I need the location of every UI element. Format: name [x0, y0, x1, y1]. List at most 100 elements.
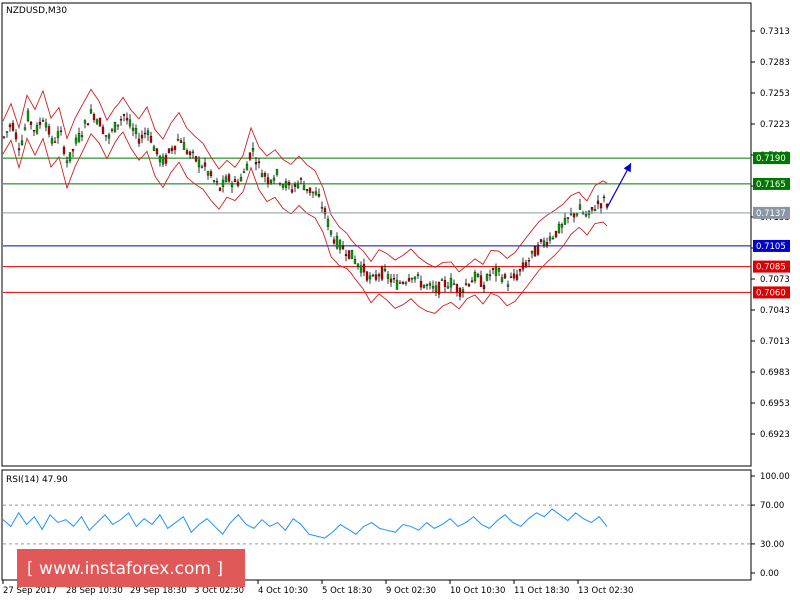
level-label: 0.7085	[756, 263, 786, 273]
candle-body	[527, 260, 531, 262]
candle-body	[143, 132, 147, 135]
candle-body	[344, 254, 348, 257]
candle-body	[230, 183, 234, 188]
candle-body	[401, 282, 405, 284]
candle-body	[134, 128, 138, 134]
main-plot-frame	[1, 2, 752, 467]
candle-body	[149, 135, 153, 143]
candle-body	[14, 132, 18, 140]
candle-body	[197, 159, 201, 168]
candle-body	[566, 217, 570, 219]
candle-body	[422, 284, 426, 288]
candle-body	[98, 118, 102, 127]
candle-body	[560, 224, 564, 228]
candle-body	[320, 207, 324, 209]
candle-body	[467, 283, 471, 287]
candle-body	[524, 262, 528, 268]
x-tick-label: 3 Oct 02:30	[194, 586, 244, 596]
x-tick-label: 11 Oct 18:30	[514, 586, 569, 596]
candle-body	[302, 185, 306, 191]
rsi-tick-label: 100.00	[760, 472, 790, 482]
candle-body	[293, 184, 297, 187]
bollinger-bands	[2, 88, 608, 314]
candle-body	[203, 162, 207, 167]
candle-body	[77, 133, 81, 142]
candle-body	[596, 200, 600, 205]
candle-body	[56, 131, 60, 138]
candle-body	[512, 273, 516, 279]
candle-body	[383, 268, 387, 272]
y-tick-label: 0.7073	[760, 275, 790, 285]
candle-body	[215, 181, 219, 183]
candle-body	[200, 166, 204, 168]
candle-body	[326, 218, 330, 227]
candle-body	[8, 124, 12, 128]
candle-body	[380, 267, 384, 280]
candle-body	[602, 196, 606, 199]
candle-body	[89, 109, 93, 114]
candle-body	[518, 269, 522, 272]
candle-body	[137, 138, 141, 144]
y-tick-label: 0.7283	[760, 58, 790, 68]
candle-body	[110, 129, 114, 131]
candle-body	[446, 286, 450, 289]
candle-body	[116, 124, 120, 127]
candle-body	[26, 110, 30, 122]
x-tick-label: 5 Oct 18:30	[322, 586, 372, 596]
candle-body	[278, 183, 282, 185]
candle-body	[284, 181, 288, 188]
candle-body	[35, 125, 39, 134]
candle-body	[2, 136, 6, 138]
candle-body	[536, 244, 540, 255]
candle-body	[95, 119, 99, 124]
candle-body	[410, 277, 414, 280]
candle-body	[416, 274, 420, 276]
candle-body	[488, 274, 492, 277]
candle-body	[335, 235, 339, 249]
candle-body	[266, 177, 270, 184]
candle-body	[296, 182, 300, 188]
candle-body	[164, 155, 168, 164]
candle-body	[386, 274, 390, 280]
candle-body	[20, 140, 24, 145]
candle-body	[236, 181, 240, 186]
candle-body	[485, 274, 489, 281]
candle-body	[53, 141, 57, 143]
candle-body	[125, 117, 129, 121]
candle-body	[140, 134, 144, 139]
candle-body	[350, 249, 354, 259]
rsi-label: RSI(14) 47.90	[6, 475, 68, 485]
candle-body	[128, 119, 132, 127]
candle-body	[83, 120, 87, 124]
candle-body	[371, 274, 375, 277]
watermark-text: [ www.instaforex.com ]	[27, 559, 223, 579]
candle-body	[263, 173, 267, 177]
candle-body	[329, 230, 333, 235]
candle-body	[5, 131, 9, 133]
candle-body	[173, 145, 177, 150]
candle-body	[557, 223, 561, 233]
candle-body	[74, 137, 78, 144]
candle-body	[398, 282, 402, 284]
candle-body	[272, 177, 276, 181]
candle-body	[464, 283, 468, 285]
level-label: 0.7165	[756, 180, 786, 190]
candle-body	[365, 271, 369, 281]
candle-body	[563, 217, 567, 225]
candle-body	[332, 239, 336, 244]
candle-body	[377, 274, 381, 277]
candle-body	[152, 146, 156, 151]
candle-body	[593, 209, 597, 211]
candle-body	[23, 127, 27, 130]
candle-body	[17, 148, 21, 151]
candle-body	[257, 161, 261, 163]
candle-body	[305, 189, 309, 191]
y-tick-label: 0.7253	[760, 89, 790, 99]
candle-body	[47, 126, 51, 135]
candle-body	[242, 171, 246, 173]
candle-body	[227, 174, 231, 182]
candle-body	[176, 139, 180, 141]
candle-body	[392, 278, 396, 280]
bollinger-lower	[2, 131, 608, 314]
candle-body	[455, 284, 459, 292]
